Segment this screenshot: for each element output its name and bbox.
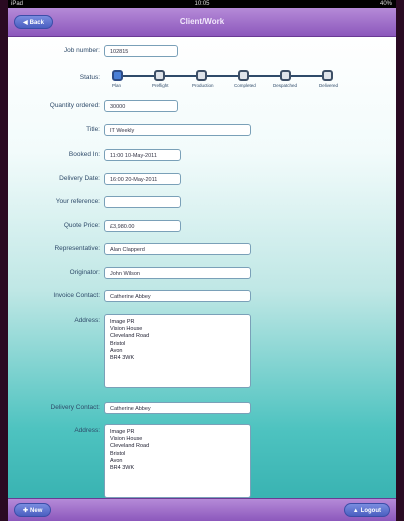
- job-number-label: Job number:: [63, 47, 100, 54]
- address-line: BR4 3WK: [110, 465, 135, 472]
- originator-field[interactable]: John Wilson: [104, 267, 251, 279]
- status-step-label: Preflight: [152, 83, 169, 88]
- invoice-address-label: Address:: [74, 317, 100, 324]
- status-step-label: Completed: [234, 83, 256, 88]
- invoice-address-field[interactable]: Image PR Vision House Cleveland Road Bri…: [104, 314, 251, 388]
- status-label: Status:: [79, 74, 100, 81]
- status-step-label: Delivered: [319, 83, 339, 88]
- logout-button-label: Logout: [360, 508, 381, 514]
- title-label: Title:: [86, 126, 100, 133]
- delivery-contact-field[interactable]: Catherine Abbey: [104, 402, 251, 414]
- status-step-plan[interactable]: [112, 70, 123, 81]
- status-step-label: Despatched: [273, 83, 298, 88]
- your-reference-field[interactable]: [104, 196, 181, 208]
- address-line: Vision House: [110, 436, 143, 443]
- your-reference-label: Your reference:: [55, 198, 100, 205]
- ipad-frame: iPad 10:05 40% ◀ Back Client/Work Job num…: [8, 0, 396, 521]
- job-detail-form: Job number: 102815 Status: Plan Prefligh…: [8, 37, 396, 498]
- address-line: Cleveland Road: [110, 443, 150, 450]
- representative-label: Representative:: [54, 245, 100, 252]
- representative-field[interactable]: Alan Clapperd: [104, 243, 251, 255]
- status-step-production[interactable]: [196, 70, 207, 81]
- status-track: [118, 75, 330, 77]
- status-step-completed[interactable]: [238, 70, 249, 81]
- title-field[interactable]: IT Weekly: [104, 124, 251, 136]
- new-button-label: New: [30, 508, 43, 514]
- delivery-address-label: Address:: [74, 427, 100, 434]
- delivery-contact-label: Delivery Contact:: [50, 404, 101, 411]
- quantity-label: Quantity ordered:: [49, 102, 100, 109]
- page-title: Client/Work: [179, 17, 225, 26]
- quantity-field[interactable]: 30000: [104, 100, 178, 112]
- invoice-contact-label: Invoice Contact:: [53, 292, 100, 299]
- status-progress: Plan Preflight Production Completed Desp…: [112, 70, 352, 94]
- plus-icon: ✚: [23, 508, 29, 514]
- status-step-delivered[interactable]: [322, 70, 333, 81]
- invoice-contact-field[interactable]: Catherine Abbey: [104, 290, 251, 302]
- quote-price-label: Quote Price:: [63, 222, 100, 229]
- delivery-date-label: Delivery Date:: [59, 175, 100, 182]
- status-step-despatched[interactable]: [280, 70, 291, 81]
- originator-label: Originator:: [69, 269, 100, 276]
- address-line: Cleveland Road: [110, 333, 150, 340]
- address-line: Image PR: [110, 429, 135, 435]
- clock: 10:05: [194, 1, 210, 7]
- arrow-up-icon: ▲: [352, 508, 359, 514]
- address-line: BR4 3WK: [110, 355, 135, 362]
- battery-level: 40%: [379, 1, 392, 7]
- job-number-field[interactable]: 102815: [104, 45, 178, 57]
- address-line: Avon: [110, 457, 123, 464]
- bottom-toolbar: ✚ New ▲ Logout: [8, 498, 396, 521]
- status-bar: iPad 10:05 40%: [8, 0, 396, 8]
- delivery-date-field[interactable]: 16:00 20-May-2011: [104, 173, 181, 185]
- address-line: Image PR: [110, 319, 135, 325]
- new-button[interactable]: ✚ New: [14, 503, 52, 517]
- quote-price-field[interactable]: £3,980.00: [104, 220, 181, 232]
- booked-in-label: Booked In:: [68, 151, 100, 158]
- address-line: Bristol: [110, 340, 126, 347]
- status-step-label: Production: [192, 83, 214, 88]
- delivery-address-field[interactable]: Image PR Vision House Cleveland Road Bri…: [104, 424, 251, 498]
- logout-button[interactable]: ▲ Logout: [343, 503, 390, 517]
- status-step-label: Plan: [112, 83, 122, 88]
- navigation-bar: ◀ Back Client/Work: [8, 8, 396, 37]
- status-step-preflight[interactable]: [154, 70, 165, 81]
- address-line: Avon: [110, 347, 123, 354]
- booked-in-field[interactable]: 11:00 10-May-2011: [104, 149, 181, 161]
- address-line: Vision House: [110, 326, 143, 333]
- address-line: Bristol: [110, 450, 126, 457]
